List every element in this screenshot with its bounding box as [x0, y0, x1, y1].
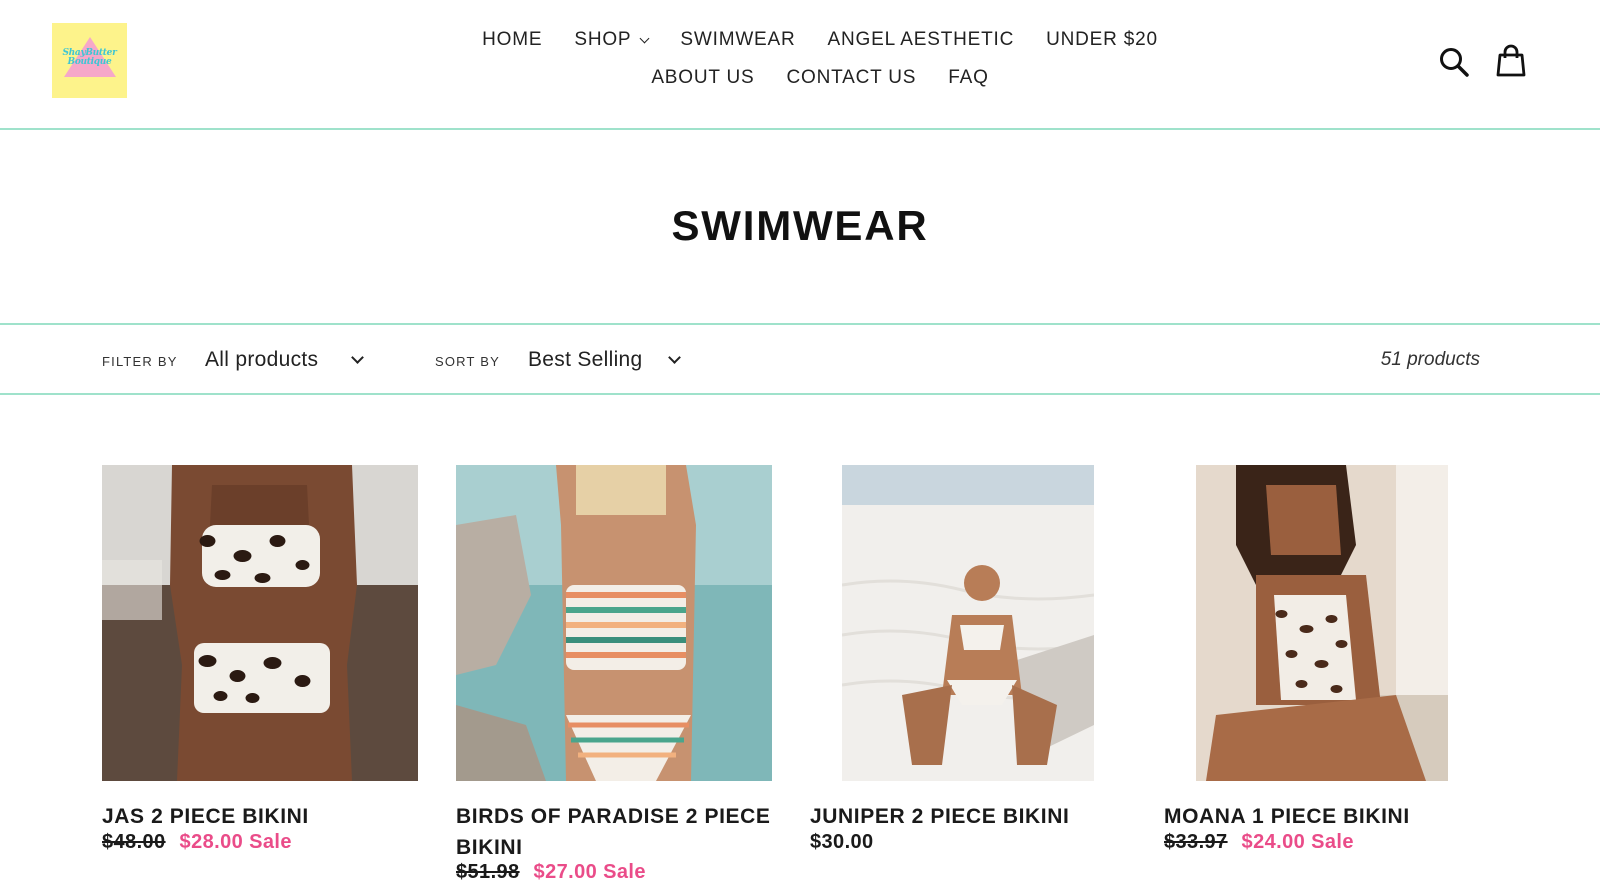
nav-home-label: HOME	[482, 29, 543, 50]
nav-about-us-label: ABOUT US	[651, 67, 755, 88]
site-header: ShayButter Boutique HOME SHOP SWIMWEAR A…	[0, 0, 1600, 130]
sort-select-value: Best Selling	[528, 348, 643, 371]
logo-text: ShayButter Boutique	[62, 48, 117, 67]
nav-home[interactable]: HOME	[482, 29, 542, 51]
compare-price: $48.00	[102, 831, 166, 853]
sale-price: $24.00	[1241, 831, 1306, 853]
sale-price: $27.00	[533, 861, 598, 883]
regular-price: $30.00	[810, 831, 874, 853]
nav-shop[interactable]: SHOP	[574, 29, 650, 51]
product-count: 51 products	[1380, 349, 1480, 370]
product-price: $48.00 $28.00 Sale	[102, 831, 292, 854]
nav-angel-aesthetic-label: ANGEL AESTHETIC	[827, 29, 1015, 50]
nav-under-20-label: UNDER $20	[1046, 29, 1158, 50]
filter-select-value: All products	[205, 348, 319, 371]
product-price: $30.00	[810, 831, 874, 854]
product-title[interactable]: JUNIPER 2 PIECE BIKINI	[810, 801, 1126, 832]
sort-select[interactable]: Best Selling	[528, 342, 688, 378]
filter-select[interactable]: All products	[205, 342, 375, 378]
product-title[interactable]: MOANA 1 PIECE BIKINI	[1164, 801, 1480, 832]
cart-icon	[1496, 44, 1526, 77]
chevron-down-icon	[351, 351, 364, 364]
nav-about-us[interactable]: ABOUT US	[651, 67, 754, 89]
chevron-down-icon	[639, 33, 650, 43]
main-nav-row-1: HOME SHOP SWIMWEAR ANGEL AESTHETIC UNDER…	[0, 29, 1600, 51]
nav-under-20[interactable]: UNDER $20	[1046, 29, 1158, 51]
sale-label: Sale	[1311, 831, 1354, 853]
main-nav-row-2: ABOUT US CONTACT US FAQ	[0, 67, 1600, 89]
nav-swimwear[interactable]: SWIMWEAR	[680, 29, 795, 51]
sale-price: $28.00	[179, 831, 244, 853]
page-title: SWIMWEAR	[671, 202, 929, 249]
product-image[interactable]	[456, 465, 772, 781]
compare-price: $33.97	[1164, 831, 1228, 853]
nav-shop-label: SHOP	[574, 29, 632, 50]
nav-contact-us-label: CONTACT US	[786, 67, 917, 88]
product-title[interactable]: BIRDS OF PARADISE 2 PIECE BIKINI	[456, 801, 772, 863]
compare-price: $51.98	[456, 861, 520, 883]
collection-filter-bar: FILTER BY All products SORT BY Best Sell…	[0, 323, 1600, 395]
search-icon	[1440, 48, 1469, 77]
product-title[interactable]: JAS 2 PIECE BIKINI	[102, 801, 418, 832]
nav-contact-us[interactable]: CONTACT US	[787, 67, 917, 89]
search-button[interactable]	[1438, 46, 1470, 78]
product-image[interactable]	[102, 465, 418, 781]
product-image[interactable]	[1196, 465, 1448, 781]
product-price: $51.98 $27.00 Sale	[456, 861, 646, 884]
nav-swimwear-label: SWIMWEAR	[680, 29, 796, 50]
chevron-down-icon	[668, 351, 681, 364]
sale-label: Sale	[603, 861, 646, 883]
sale-label: Sale	[249, 831, 292, 853]
nav-faq[interactable]: FAQ	[948, 67, 988, 89]
cart-button[interactable]	[1494, 44, 1528, 78]
product-image[interactable]	[842, 465, 1094, 781]
nav-faq-label: FAQ	[948, 67, 989, 88]
sort-by-label: SORT BY	[435, 354, 500, 369]
filter-by-label: FILTER BY	[102, 354, 178, 369]
nav-angel-aesthetic[interactable]: ANGEL AESTHETIC	[828, 29, 1015, 51]
product-price: $33.97 $24.00 Sale	[1164, 831, 1354, 854]
